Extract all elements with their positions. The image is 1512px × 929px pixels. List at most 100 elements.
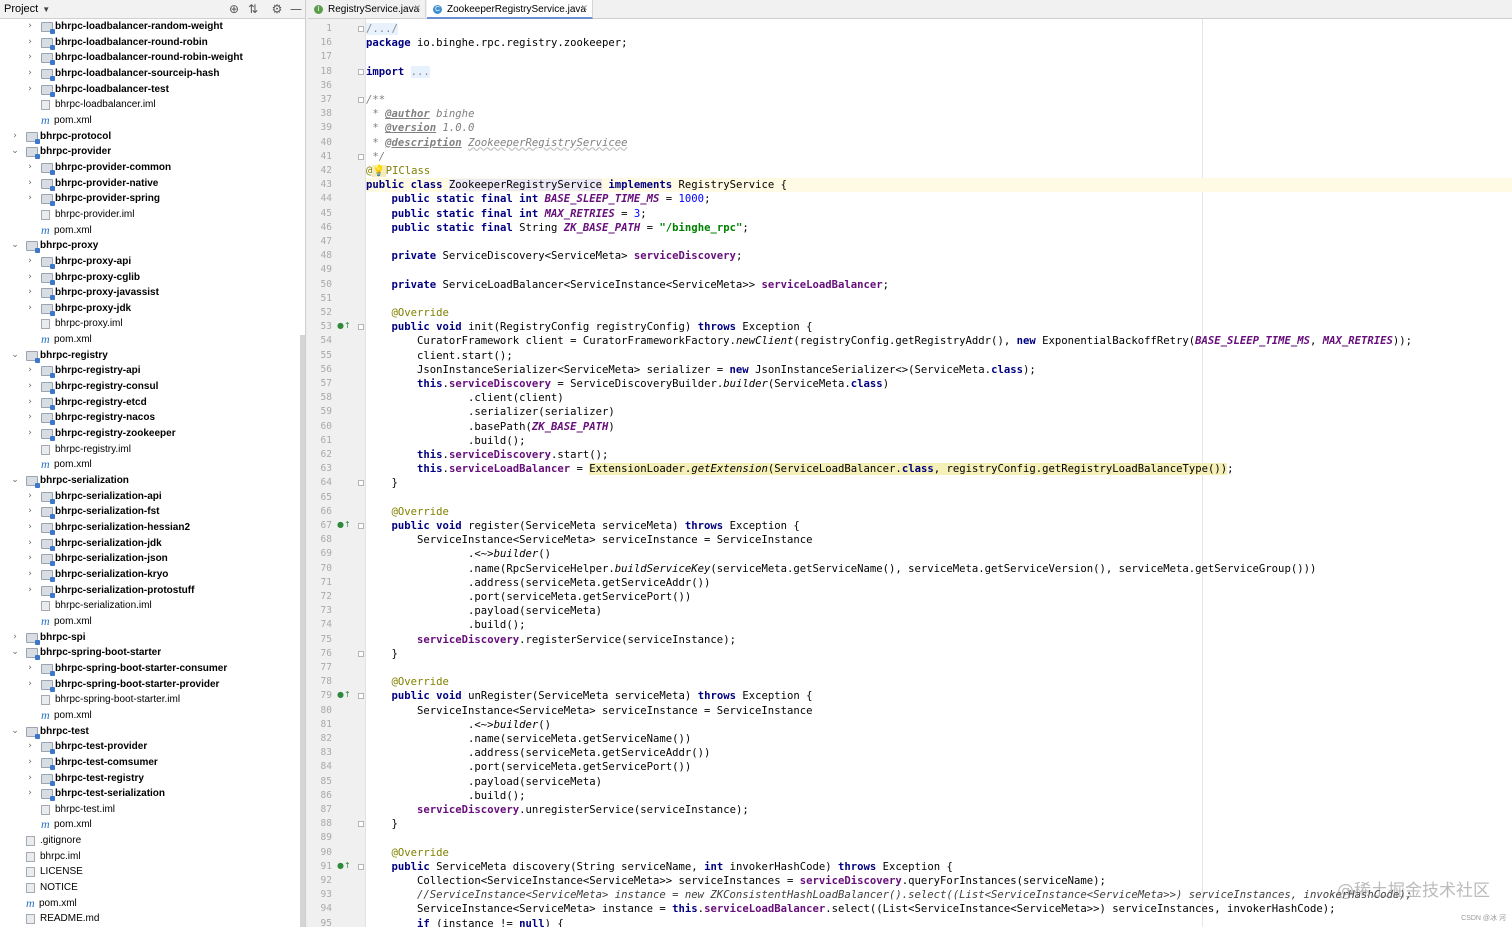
chevron-right-icon[interactable]: ›	[10, 630, 20, 646]
tree-node[interactable]: bhrpc-proxy.iml	[0, 316, 300, 332]
code-line[interactable]	[366, 661, 1512, 675]
tree-node[interactable]: ⌄ bhrpc-serialization	[0, 473, 300, 489]
tree-node[interactable]: › bhrpc-spring-boot-starter-consumer	[0, 661, 300, 677]
code-line[interactable]: * @author binghe	[366, 107, 1512, 121]
chevron-down-icon[interactable]: ⌄	[10, 724, 20, 740]
chevron-right-icon[interactable]: ›	[25, 410, 35, 426]
chevron-right-icon[interactable]: ›	[25, 677, 35, 693]
code-line[interactable]: .port(serviceMeta.getServicePort())	[366, 760, 1512, 774]
code-line[interactable]: .<~>builder()	[366, 547, 1512, 561]
chevron-right-icon[interactable]: ›	[25, 19, 35, 35]
close-icon[interactable]: ✕	[413, 0, 421, 19]
fold-marker-icon[interactable]	[358, 153, 364, 160]
tree-node[interactable]: bhrpc-spring-boot-starter.iml	[0, 692, 300, 708]
chevron-right-icon[interactable]: ›	[25, 739, 35, 755]
code-line[interactable]: .basePath(ZK_BASE_PATH)	[366, 420, 1512, 434]
code-line[interactable]: @Override	[366, 306, 1512, 320]
code-line[interactable]: public static final int MAX_RETRIES = 3;	[366, 207, 1512, 221]
tree-node[interactable]: bhrpc-serialization.iml	[0, 598, 300, 614]
chevron-down-icon[interactable]: ⌄	[10, 645, 20, 661]
code-line[interactable]: public class ZookeeperRegistryService im…	[366, 178, 1512, 193]
gear-icon[interactable]: ⚙	[269, 1, 285, 17]
code-line[interactable]: .address(serviceMeta.getServiceAddr())	[366, 576, 1512, 590]
chevron-right-icon[interactable]: ›	[10, 129, 20, 145]
code-line[interactable]: * @version 1.0.0	[366, 121, 1512, 135]
code-line[interactable]: serviceDiscovery.unregisterService(servi…	[366, 803, 1512, 817]
code-line[interactable]: import ...	[366, 65, 1512, 79]
code-line[interactable]: ServiceInstance<ServiceMeta> serviceInst…	[366, 533, 1512, 547]
code-line[interactable]: this.serviceDiscovery = ServiceDiscovery…	[366, 377, 1512, 391]
tree-node[interactable]: › bhrpc-loadbalancer-test	[0, 82, 300, 98]
code-line[interactable]: package io.binghe.rpc.registry.zookeeper…	[366, 36, 1512, 50]
tree-node[interactable]: › bhrpc-test-comsumer	[0, 755, 300, 771]
chevron-right-icon[interactable]: ›	[25, 363, 35, 379]
fold-marker-icon[interactable]	[358, 324, 364, 331]
tree-node[interactable]: bhrpc-loadbalancer.iml	[0, 97, 300, 113]
tree-node[interactable]: › bhrpc-registry-consul	[0, 379, 300, 395]
implements-method-icon[interactable]: ●↑	[337, 690, 351, 699]
tree-node[interactable]: › bhrpc-serialization-hessian2	[0, 520, 300, 536]
code-line[interactable]: client.start();	[366, 349, 1512, 363]
project-view-selector[interactable]: Project ▼	[4, 3, 50, 15]
code-line[interactable]: @💡PIClass	[366, 164, 1512, 178]
fold-marker-icon[interactable]	[358, 97, 364, 103]
tab-registry-service[interactable]: I RegistryService.java ✕	[308, 0, 426, 19]
tree-node[interactable]: › bhrpc-proxy-jdk	[0, 301, 300, 317]
chevron-down-icon[interactable]: ⌄	[10, 473, 20, 489]
code-line[interactable]: }	[366, 476, 1512, 490]
code-line[interactable]: JsonInstanceSerializer<ServiceMeta> seri…	[366, 363, 1512, 377]
chevron-right-icon[interactable]: ›	[25, 66, 35, 82]
code-line[interactable]	[366, 235, 1512, 249]
tree-node[interactable]: › bhrpc-spring-boot-starter-provider	[0, 677, 300, 693]
chevron-right-icon[interactable]: ›	[25, 50, 35, 66]
code-line[interactable]: * @description ZookeeperRegistryServicee	[366, 136, 1512, 150]
code-line[interactable]: private ServiceLoadBalancer<ServiceInsta…	[366, 278, 1512, 292]
tree-node[interactable]: bhrpc.iml	[0, 849, 300, 865]
fold-marker-icon[interactable]	[358, 863, 364, 870]
chevron-down-icon[interactable]: ⌄	[10, 348, 20, 364]
chevron-right-icon[interactable]: ›	[25, 489, 35, 505]
code-editor[interactable]: /.../package io.binghe.rpc.registry.zook…	[366, 19, 1512, 927]
chevron-right-icon[interactable]: ›	[25, 270, 35, 286]
fold-marker-icon[interactable]	[358, 68, 364, 75]
tree-node[interactable]: ⌄ bhrpc-registry	[0, 348, 300, 364]
tree-node[interactable]: ⌄ bhrpc-spring-boot-starter	[0, 645, 300, 661]
code-line[interactable]: .name(RpcServiceHelper.buildServiceKey(s…	[366, 562, 1512, 576]
code-line[interactable]: @Override	[366, 846, 1512, 860]
code-line[interactable]: .payload(serviceMeta)	[366, 604, 1512, 618]
chevron-right-icon[interactable]: ›	[25, 301, 35, 317]
tree-node[interactable]: .gitignore	[0, 833, 300, 849]
close-icon[interactable]: ✕	[580, 0, 588, 19]
implements-method-icon[interactable]: ●↑	[337, 520, 351, 529]
code-line[interactable]	[366, 263, 1512, 277]
chevron-down-icon[interactable]: ⌄	[10, 144, 20, 160]
tree-node[interactable]: › bhrpc-registry-etcd	[0, 395, 300, 411]
code-line[interactable]: public static final int BASE_SLEEP_TIME_…	[366, 192, 1512, 206]
tree-node[interactable]: › bhrpc-loadbalancer-round-robin-weight	[0, 50, 300, 66]
code-line[interactable]: @Override	[366, 505, 1512, 519]
chevron-right-icon[interactable]: ›	[25, 504, 35, 520]
chevron-right-icon[interactable]: ›	[25, 82, 35, 98]
tree-node[interactable]: › bhrpc-test-registry	[0, 771, 300, 787]
chevron-right-icon[interactable]: ›	[25, 395, 35, 411]
tree-node[interactable]: m pom.xml	[0, 614, 300, 630]
code-line[interactable]	[366, 491, 1512, 505]
chevron-right-icon[interactable]: ›	[25, 191, 35, 207]
tree-node[interactable]: ⌄ bhrpc-proxy	[0, 238, 300, 254]
tree-node[interactable]: m pom.xml	[0, 708, 300, 724]
tree-node[interactable]: › bhrpc-serialization-json	[0, 551, 300, 567]
chevron-right-icon[interactable]: ›	[25, 285, 35, 301]
chevron-right-icon[interactable]: ›	[25, 567, 35, 583]
tree-node[interactable]: m pom.xml	[0, 457, 300, 473]
chevron-right-icon[interactable]: ›	[25, 176, 35, 192]
tree-node[interactable]: bhrpc-test.iml	[0, 802, 300, 818]
code-line[interactable]: ServiceInstance<ServiceMeta> instance = …	[366, 902, 1512, 916]
tree-node[interactable]: m pom.xml	[0, 113, 300, 129]
code-line[interactable]: */	[366, 150, 1512, 164]
tree-node[interactable]: › bhrpc-protocol	[0, 129, 300, 145]
tree-node[interactable]: m pom.xml	[0, 817, 300, 833]
tree-node[interactable]: README.md	[0, 911, 300, 927]
code-line[interactable]: public static final String ZK_BASE_PATH …	[366, 221, 1512, 235]
fold-marker-icon[interactable]	[358, 693, 364, 700]
hide-panel-icon[interactable]: —	[288, 1, 304, 17]
